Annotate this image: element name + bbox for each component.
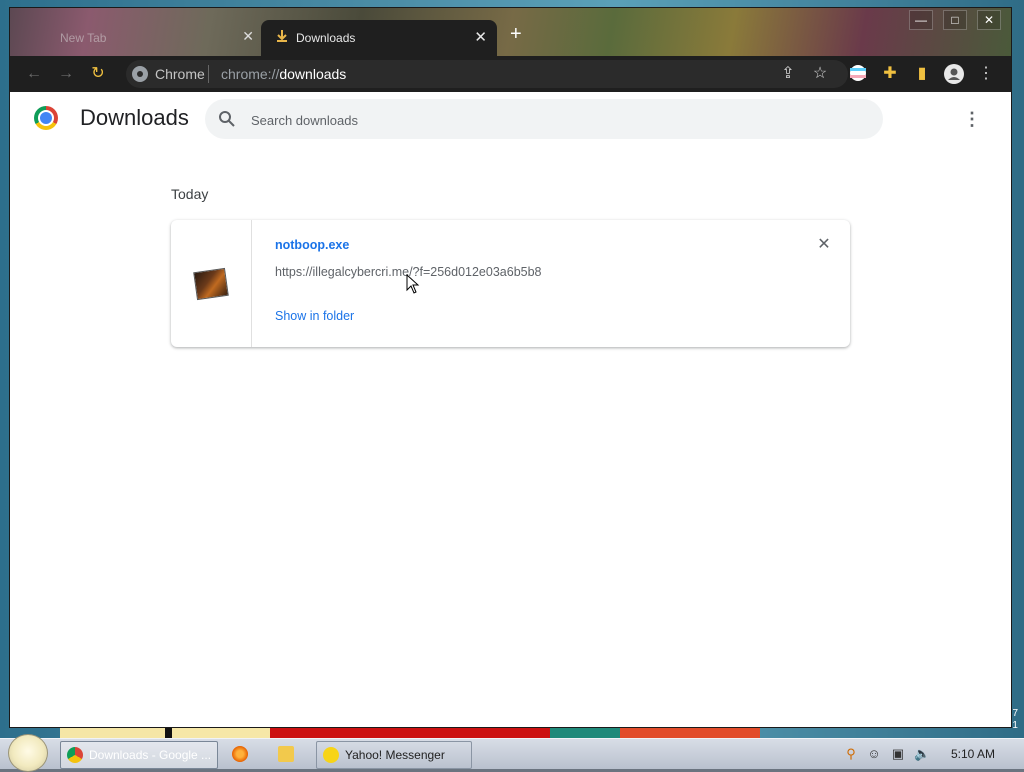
download-icon	[277, 30, 287, 42]
firefox-icon	[232, 746, 248, 762]
url-prefix: chrome://	[221, 66, 280, 82]
exe-file-icon	[193, 267, 229, 301]
start-button[interactable]	[8, 734, 48, 772]
bookmark-star-icon[interactable]: ☆	[810, 64, 830, 84]
mouse-cursor-icon	[406, 274, 420, 294]
clock[interactable]: 5:10 AM	[951, 747, 995, 761]
reload-icon[interactable]: ↻	[88, 64, 108, 84]
file-name-link[interactable]: notboop.exe	[275, 238, 349, 252]
tab-title: New Tab	[60, 31, 107, 45]
remove-item-icon[interactable]: ✕	[816, 237, 832, 253]
file-icon-cell	[171, 220, 252, 347]
yahoo-messenger-icon	[323, 747, 339, 763]
forward-icon[interactable]: →	[56, 64, 76, 84]
browser-toolbar: ← → ↻ Chrome chrome://downloads ⇪ ☆ ✚ ▮ …	[10, 56, 1011, 92]
menu-icon[interactable]: ⋮	[976, 64, 996, 84]
taskbar-item-firefox[interactable]	[226, 741, 258, 767]
account-icon[interactable]	[944, 64, 964, 84]
show-in-folder-link[interactable]: Show in folder	[275, 309, 354, 323]
tab-new-tab[interactable]: New Tab ✕	[26, 20, 262, 54]
taskbar: Downloads - Google ... Yahoo! Messenger …	[0, 734, 1024, 772]
minimize-button[interactable]: —	[909, 10, 933, 30]
downloads-page: Downloads ⋮ Today notboop.exe https://il…	[10, 92, 1011, 727]
tab-downloads[interactable]: Downloads ✕	[261, 20, 497, 56]
profile-flag-icon[interactable]	[848, 64, 868, 84]
messenger-tray-icon[interactable]: ☺	[866, 746, 882, 762]
omnibox-separator	[208, 65, 209, 83]
download-item-card: notboop.exe https://illegalcybercri.me/?…	[171, 220, 850, 347]
taskbar-item-label: Downloads - Google ...	[89, 748, 212, 762]
tab-strip: New Tab ✕ Downloads ✕ + — □ ✕	[10, 8, 1011, 56]
maximize-button[interactable]: □	[943, 10, 967, 30]
address-bar[interactable]: Chrome chrome://downloads ⇪ ☆	[126, 60, 848, 88]
extensions-icon[interactable]: ✚	[880, 64, 900, 84]
url-text: chrome://downloads	[221, 66, 346, 82]
page-title: Downloads	[80, 105, 189, 130]
sidepanel-icon[interactable]: ▮	[912, 64, 932, 84]
site-label: Chrome	[155, 66, 205, 82]
more-actions-icon[interactable]: ⋮	[962, 108, 982, 130]
taskbar-item-yahoo[interactable]: Yahoo! Messenger	[316, 741, 472, 769]
volume-icon[interactable]: 🔈	[914, 746, 930, 762]
taskbar-item-chrome[interactable]: Downloads - Google ...	[60, 741, 218, 769]
back-icon[interactable]: ←	[24, 64, 44, 84]
taskbar-item-label: Yahoo! Messenger	[345, 748, 445, 762]
chrome-logo-icon	[34, 106, 58, 130]
browser-window: New Tab ✕ Downloads ✕ + — □ ✕ ← → ↻ Chro…	[10, 8, 1011, 727]
search-input[interactable]	[249, 99, 853, 141]
network-icon[interactable]: ▣	[890, 746, 906, 762]
new-tab-button[interactable]: +	[510, 24, 522, 44]
tab-title: Downloads	[296, 31, 356, 45]
window-controls: — □ ✕	[909, 10, 1001, 30]
page-header: Downloads ⋮	[10, 92, 1011, 146]
tab-close-icon[interactable]: ✕	[474, 28, 487, 46]
date-heading: Today	[171, 186, 209, 202]
share-icon[interactable]: ⇪	[778, 64, 798, 84]
chrome-page-icon	[132, 66, 148, 82]
url-path: downloads	[279, 66, 347, 82]
close-button[interactable]: ✕	[977, 10, 1001, 30]
chrome-icon	[67, 747, 83, 763]
search-icon	[219, 111, 235, 127]
search-tray-icon[interactable]: ⚲	[843, 746, 859, 762]
folder-icon	[278, 746, 294, 762]
search-box[interactable]	[205, 99, 883, 141]
tab-close-icon[interactable]: ✕	[242, 28, 254, 45]
taskbar-item-explorer[interactable]	[272, 741, 304, 767]
